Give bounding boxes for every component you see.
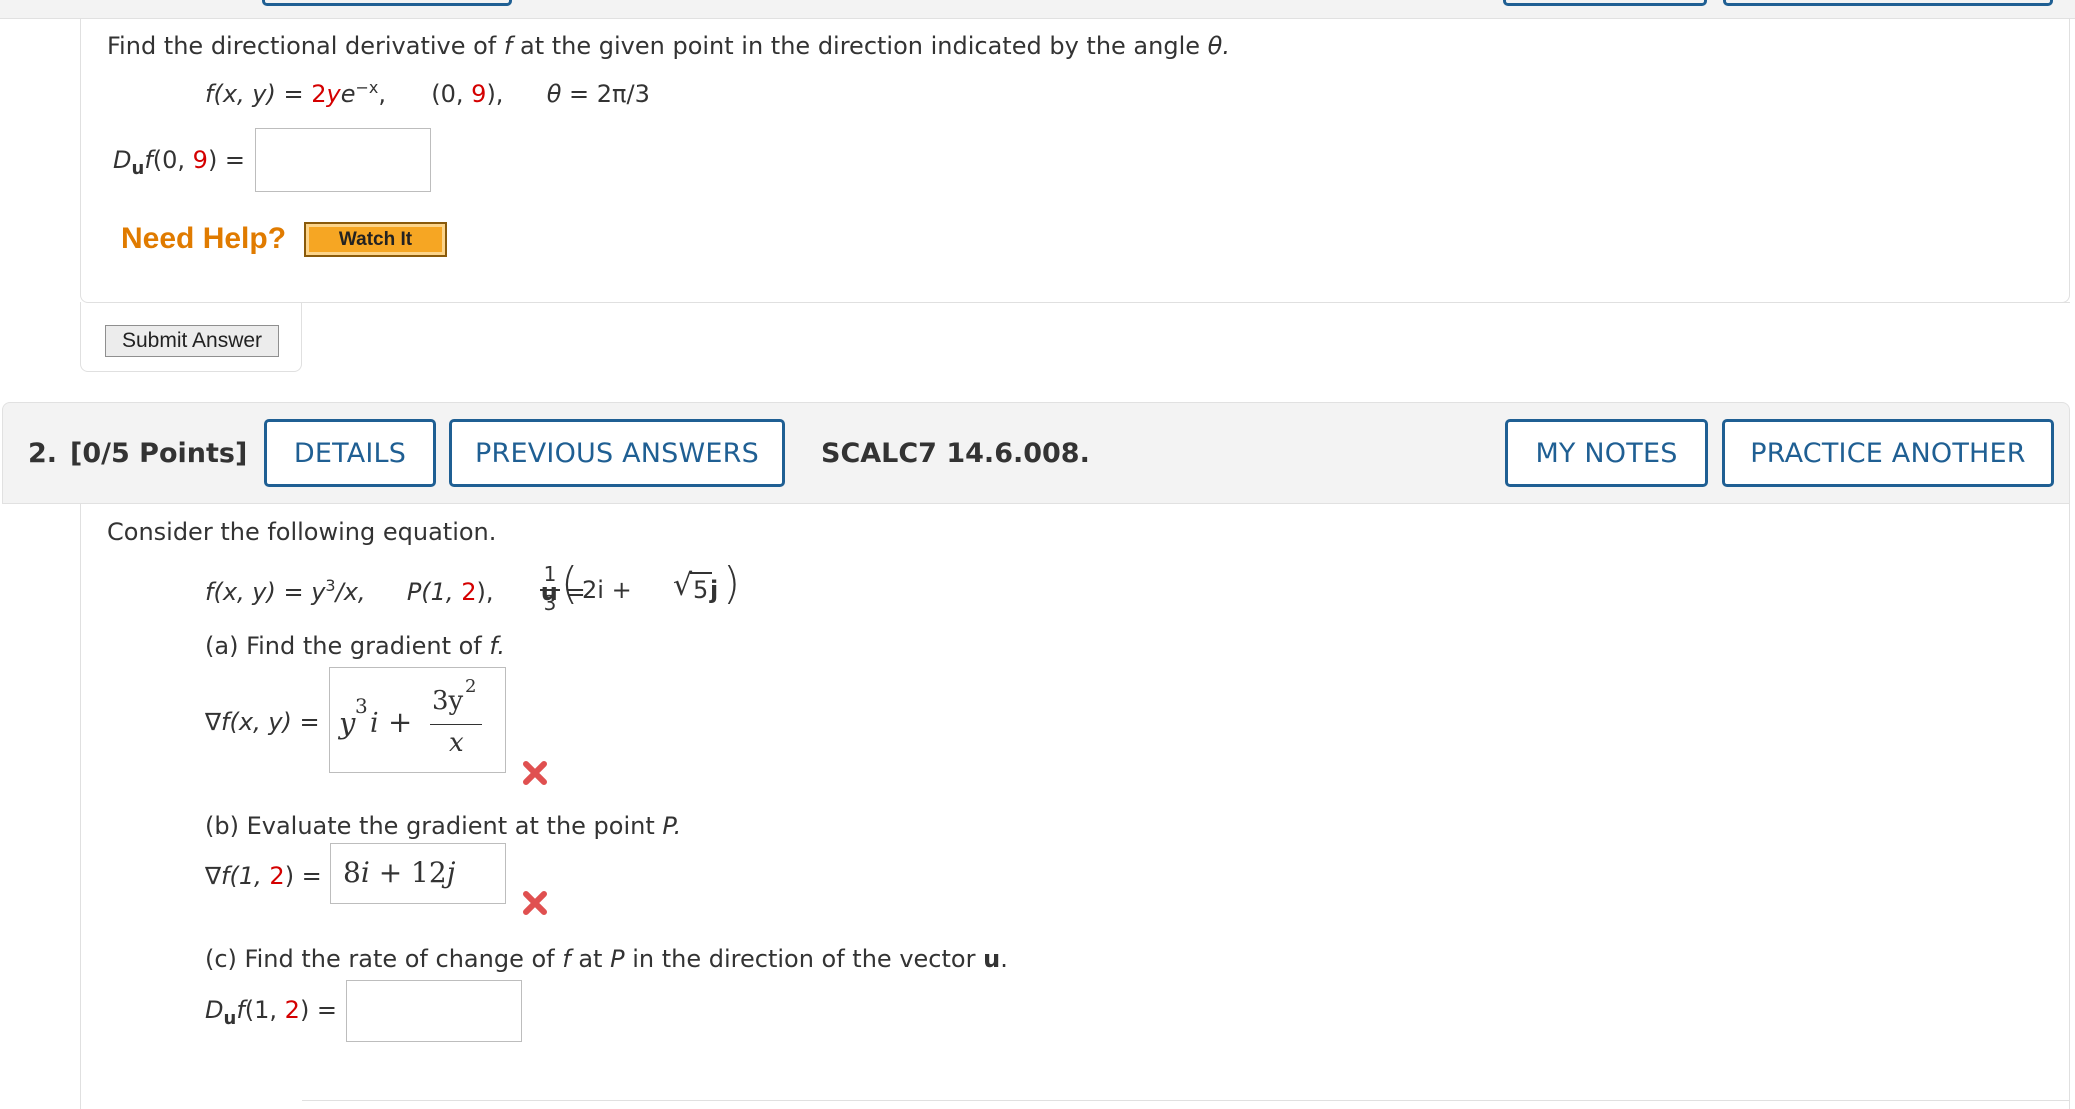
my-notes-button[interactable]: MY NOTES — [1505, 419, 1708, 487]
gradient-label: ∇f(x, y) = — [205, 708, 320, 736]
problem2-footer-divider — [302, 1100, 2070, 1101]
problem-code: SCALC7 14.6.008. — [821, 438, 1090, 469]
problem1-prompt: Find the directional derivative of f at … — [107, 32, 1230, 60]
part-a-text: (a) Find the gradient of f. — [205, 632, 506, 660]
evaluated-gradient-answer-box[interactable]: 8i + 12j — [330, 843, 506, 904]
submit-answer-button[interactable]: Submit Answer — [105, 325, 279, 357]
problem1-function: f(x, y) = 2ye−x, (0, 9), θ = 2π/3 — [205, 78, 650, 108]
rate-of-change-input[interactable] — [346, 980, 522, 1042]
problem2-number: 2. — [28, 438, 58, 469]
problem2-points: [0/5 Points] — [70, 438, 248, 469]
practice-another-button[interactable]: PRACTICE ANOTHER — [1722, 419, 2054, 487]
prev-header-button-right1[interactable] — [1503, 0, 1707, 6]
part-c-text: (c) Find the rate of change of f at P in… — [205, 945, 1008, 973]
prev-header-button-right2[interactable] — [1723, 0, 2053, 6]
previous-answers-button[interactable]: PREVIOUS ANSWERS — [449, 419, 785, 487]
problem1-answer-label: Duf(0, 9) = — [113, 146, 246, 179]
watch-it-button[interactable]: Watch It — [304, 222, 447, 257]
incorrect-x-icon — [523, 761, 547, 785]
prev-header-button-left[interactable] — [262, 0, 512, 6]
gradient-answer-box[interactable]: y 3 i + 3y 2 x — [329, 667, 506, 773]
need-help-label: Need Help? — [121, 222, 287, 255]
directional-derivative-input[interactable] — [255, 128, 431, 192]
details-button[interactable]: DETAILS — [264, 419, 436, 487]
incorrect-x-icon — [523, 891, 547, 915]
rate-of-change-label: Duf(1, 2) = — [205, 996, 338, 1029]
problem2-intro: Consider the following equation. — [107, 518, 497, 546]
evaluated-gradient-label: ∇f(1, 2) = — [205, 862, 322, 890]
problem1-footer-divider — [302, 302, 2070, 303]
part-b-text: (b) Evaluate the gradient at the point P… — [205, 812, 682, 840]
